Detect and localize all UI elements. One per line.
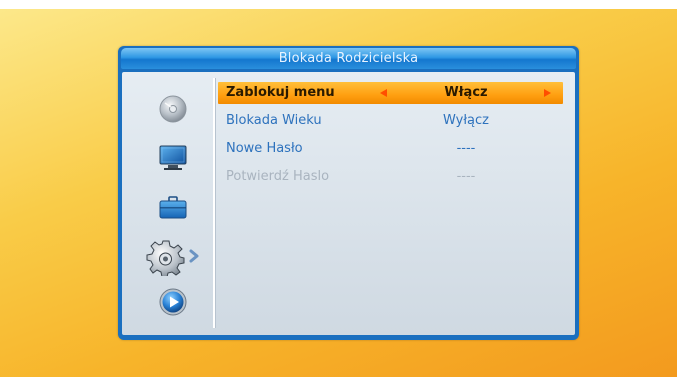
setting-row-new-password[interactable]: Nowe Hasło ---- (218, 137, 563, 163)
dialog-body: Zablokuj menu Włącz Blokada Wieku Wyłącz… (122, 72, 575, 335)
setting-row-confirm-password: Potwierdź Haslo ---- (218, 165, 563, 191)
bottom-border (0, 377, 677, 385)
setting-label: Potwierdź Haslo (226, 169, 330, 184)
top-border (0, 0, 677, 9)
settings-list: Zablokuj menu Włącz Blokada Wieku Wyłącz… (218, 82, 563, 193)
setting-value: ---- (456, 169, 476, 184)
setting-value: Wyłącz (443, 113, 489, 128)
setting-value: Włącz (444, 85, 488, 100)
sidebar-divider (213, 78, 215, 328)
setting-row-lock-menu[interactable]: Zablokuj menu Włącz (218, 82, 563, 104)
arrow-right-icon[interactable] (544, 89, 551, 97)
setting-label: Blokada Wieku (226, 113, 322, 128)
monitor-icon[interactable] (156, 140, 190, 174)
setting-label: Nowe Hasło (226, 141, 303, 156)
play-icon[interactable] (156, 285, 190, 319)
arrow-left-icon[interactable] (380, 89, 387, 97)
setting-row-age-lock[interactable]: Blokada Wieku Wyłącz (218, 109, 563, 135)
dialog-title: Blokada Rodzicielska (121, 48, 576, 69)
setting-label: Zablokuj menu (226, 85, 335, 100)
gear-icon[interactable] (146, 234, 202, 278)
briefcase-icon[interactable] (156, 190, 190, 224)
disc-icon[interactable] (156, 92, 190, 126)
parental-lock-dialog: Blokada Rodzicielska Zablokuj menu Włącz… (118, 46, 579, 340)
setting-value: ---- (456, 141, 476, 156)
